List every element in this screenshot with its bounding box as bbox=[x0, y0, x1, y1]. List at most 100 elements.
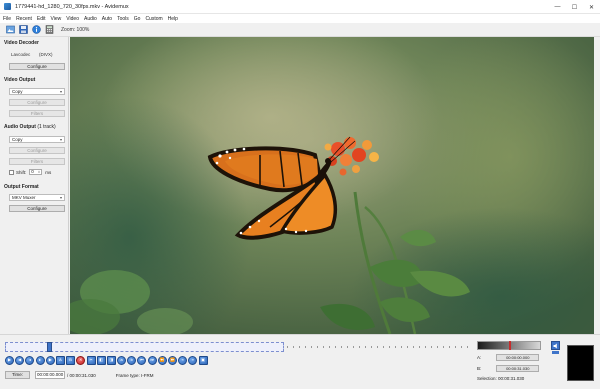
set-marker-b-icon[interactable]: B bbox=[66, 355, 76, 365]
timeline-handle[interactable] bbox=[47, 342, 52, 352]
marker-b-label: B: bbox=[477, 366, 482, 371]
shift-value: 0 bbox=[31, 169, 34, 174]
timeline-ticks bbox=[287, 346, 470, 348]
video-decoder-configure-button[interactable]: Configure bbox=[9, 63, 65, 70]
volume-marker bbox=[509, 341, 511, 350]
next-black-frame-icon[interactable]: ◨ bbox=[106, 355, 116, 365]
menu-tools[interactable]: Tools bbox=[117, 16, 129, 22]
menu-video[interactable]: Video bbox=[66, 16, 79, 22]
total-time: / 00:00:31.030 bbox=[67, 372, 96, 378]
menu-bar: File Recent Edit View Video Audio Auto T… bbox=[0, 14, 600, 23]
close-button[interactable]: ✕ bbox=[583, 0, 600, 14]
first-frame-icon[interactable]: ⏪ bbox=[157, 355, 167, 365]
output-format-configure-button[interactable]: Configure bbox=[9, 205, 65, 212]
audio-output-title-text: Audio Output bbox=[4, 124, 36, 130]
goto-marker-a-icon[interactable]: a bbox=[117, 355, 127, 365]
speaker-icon[interactable] bbox=[551, 341, 560, 350]
shift-input[interactable]: 0 ⇕ bbox=[29, 169, 43, 175]
time-button[interactable]: Time: bbox=[5, 371, 30, 379]
chevron-down-icon: ▾ bbox=[59, 89, 62, 94]
open-video-icon[interactable] bbox=[5, 25, 15, 35]
cut-icon[interactable]: ✂ bbox=[86, 355, 96, 365]
maximize-button[interactable]: ☐ bbox=[566, 0, 583, 14]
current-time-field[interactable]: 00:00:00.000 bbox=[35, 371, 65, 379]
title-bar: 1779441-hd_1280_720_30fps.mkv - Avidemux… bbox=[0, 0, 600, 14]
audio-filters-button[interactable]: Filters bbox=[9, 158, 65, 165]
menu-go[interactable]: Go bbox=[134, 16, 141, 22]
time-bar: Time: 00:00:00.000 / 00:00:31.030 Frame … bbox=[5, 371, 154, 379]
delete-icon[interactable]: ✕ bbox=[76, 355, 86, 365]
left-panel: Video Decoder Lavcodec (DIVX) Configure … bbox=[0, 37, 69, 334]
menu-help[interactable]: Help bbox=[168, 16, 178, 22]
playback-controls: ▶ ◀ ◂ ▸ ▶ A B ✕ ✂ ◧ ◨ a b ⏮ ⏭ ⏪ ⏩ « » ▣ bbox=[5, 355, 209, 365]
next-keyframe-icon[interactable]: ⏭ bbox=[147, 355, 157, 365]
toolbar: Zoom: 100% bbox=[0, 23, 600, 37]
audio-codec-select[interactable]: Copy ▾ bbox=[9, 136, 65, 143]
menu-edit[interactable]: Edit bbox=[37, 16, 46, 22]
play-icon[interactable]: ▶ bbox=[5, 355, 14, 365]
menu-view[interactable]: View bbox=[51, 16, 62, 22]
output-format-title: Output Format bbox=[4, 184, 39, 190]
menu-audio[interactable]: Audio bbox=[84, 16, 97, 22]
frame-type: Frame type: I-FRM bbox=[115, 372, 154, 378]
menu-custom[interactable]: Custom bbox=[145, 16, 162, 22]
set-marker-a-icon[interactable]: A bbox=[55, 355, 65, 365]
marker-b-row: B: 00:00:31.030 bbox=[477, 365, 540, 372]
window-title: 1779441-hd_1280_720_30fps.mkv - Avidemux bbox=[15, 3, 129, 10]
output-format-value: MKV Muxer bbox=[12, 195, 36, 200]
marker-b-button[interactable]: 00:00:31.030 bbox=[496, 365, 540, 372]
audio-track-count: (1 track) bbox=[37, 124, 56, 130]
shift-unit: ms bbox=[45, 169, 52, 175]
previous-keyframe-icon[interactable]: ⏮ bbox=[137, 355, 147, 365]
spinner-icon[interactable]: ⇕ bbox=[38, 170, 41, 174]
menu-recent[interactable]: Recent bbox=[16, 16, 32, 22]
rewind-icon[interactable]: ◀ bbox=[15, 355, 25, 365]
audio-shift-row: Shift: 0 ⇕ ms bbox=[9, 169, 51, 175]
volume-meter bbox=[477, 341, 541, 350]
minimize-button[interactable]: — bbox=[549, 0, 566, 14]
last-frame-icon[interactable]: ⏩ bbox=[168, 355, 177, 365]
video-preview[interactable] bbox=[70, 37, 594, 334]
calculator-icon[interactable] bbox=[44, 25, 54, 35]
previous-frame-icon[interactable]: ◂ bbox=[25, 355, 35, 365]
menu-file[interactable]: File bbox=[3, 16, 11, 22]
fast-forward-icon[interactable]: ▶ bbox=[45, 355, 55, 365]
video-codec-select[interactable]: Copy ▾ bbox=[9, 88, 65, 95]
audio-output-title: Audio Output (1 track) bbox=[4, 124, 56, 130]
decoder-value: (DIVX) bbox=[39, 52, 53, 57]
marker-a-label: A: bbox=[477, 355, 482, 360]
window-controls: — ☐ ✕ bbox=[549, 0, 600, 14]
audio-configure-button[interactable]: Configure bbox=[9, 147, 65, 154]
app-icon bbox=[4, 3, 11, 10]
chevron-down-icon: ▾ bbox=[59, 137, 62, 142]
previous-cut-icon[interactable]: « bbox=[178, 355, 188, 365]
video-output-title: Video Output bbox=[4, 77, 36, 83]
next-cut-icon[interactable]: » bbox=[188, 355, 198, 365]
shift-checkbox[interactable] bbox=[9, 169, 14, 175]
right-edge bbox=[594, 37, 600, 334]
marker-a-row: A: 00:00:00.000 bbox=[477, 354, 540, 361]
zoom-label: Zoom: 100% bbox=[61, 26, 90, 33]
menu-auto[interactable]: Auto bbox=[102, 16, 112, 22]
play-filtered-icon[interactable]: ▣ bbox=[198, 355, 208, 365]
marker-a-button[interactable]: 00:00:00.000 bbox=[496, 354, 540, 361]
next-frame-icon[interactable]: ▸ bbox=[35, 355, 45, 365]
save-video-icon[interactable] bbox=[18, 25, 28, 35]
volume-slider[interactable] bbox=[552, 351, 559, 354]
chevron-down-icon: ▾ bbox=[59, 195, 62, 200]
info-icon[interactable] bbox=[31, 25, 41, 35]
output-format-select[interactable]: MKV Muxer ▾ bbox=[9, 194, 65, 201]
audio-codec-value: Copy bbox=[12, 137, 23, 142]
previous-black-frame-icon[interactable]: ◧ bbox=[96, 355, 106, 365]
video-filters-button[interactable]: Filters bbox=[9, 110, 65, 117]
selection-duration: Selection: 00:00:31.030 bbox=[477, 376, 525, 381]
video-frame-image bbox=[70, 37, 594, 334]
timeline-slider[interactable] bbox=[5, 342, 470, 352]
video-configure-button[interactable]: Configure bbox=[9, 99, 65, 106]
video-decoder-title: Video Decoder bbox=[4, 40, 39, 46]
shift-label: Shift: bbox=[16, 169, 27, 175]
thumbnail-preview bbox=[567, 345, 594, 381]
decoder-label: Lavcodec bbox=[11, 52, 31, 57]
video-codec-value: Copy bbox=[12, 89, 23, 94]
goto-marker-b-icon[interactable]: b bbox=[127, 355, 137, 365]
